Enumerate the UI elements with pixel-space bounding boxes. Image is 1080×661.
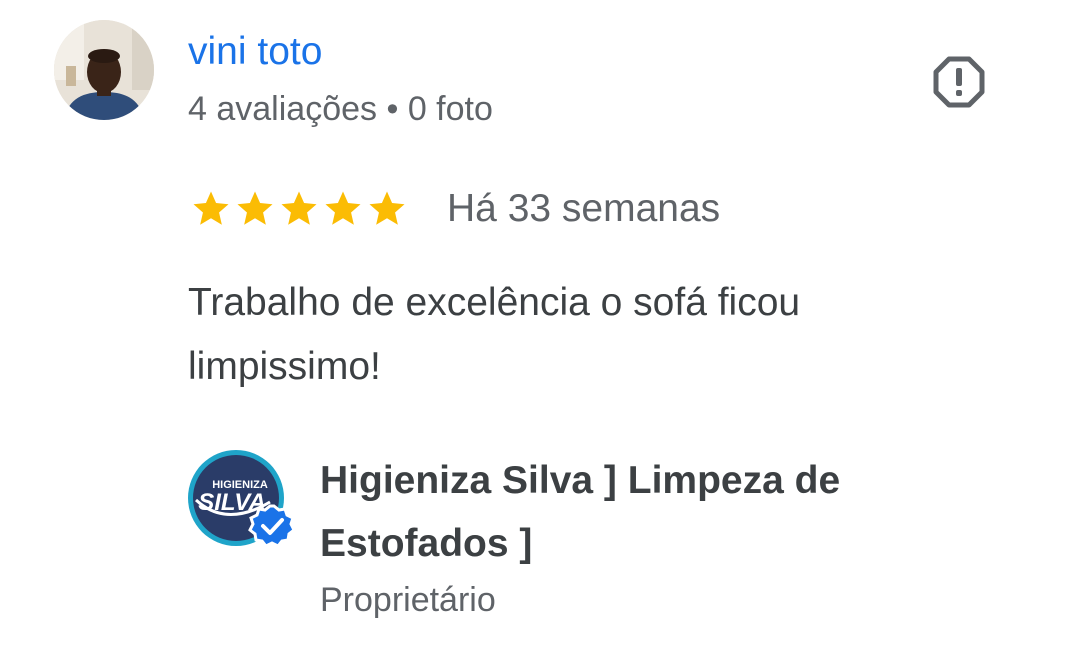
photos-count: 0 foto xyxy=(407,90,493,128)
star-icon xyxy=(193,191,229,225)
star-icon xyxy=(281,191,317,225)
star-icon xyxy=(369,191,405,225)
owner-logo: HIGIENIZA SILVA xyxy=(186,448,298,560)
star-rating xyxy=(190,188,408,230)
owner-name[interactable]: Higieniza Silva ] Limpeza de Estofados ] xyxy=(320,449,1020,575)
star-icon xyxy=(325,191,361,225)
star-icon xyxy=(237,191,273,225)
reviewer-name[interactable]: vini toto xyxy=(188,28,322,76)
owner-role: Proprietário xyxy=(320,581,496,619)
logo-text-main: SILVA xyxy=(198,489,266,516)
report-octagon-icon[interactable] xyxy=(932,55,986,109)
meta-separator: • xyxy=(386,90,399,128)
verified-check-icon xyxy=(248,504,296,548)
review-date: Há 33 semanas xyxy=(447,187,721,230)
reviewer-avatar[interactable] xyxy=(54,20,154,120)
reviewer-meta: 4 avaliações • 0 foto xyxy=(188,88,493,130)
reviews-count: 4 avaliações xyxy=(188,90,378,128)
review-text: Trabalho de excelência o sofá ficou limp… xyxy=(188,281,801,388)
